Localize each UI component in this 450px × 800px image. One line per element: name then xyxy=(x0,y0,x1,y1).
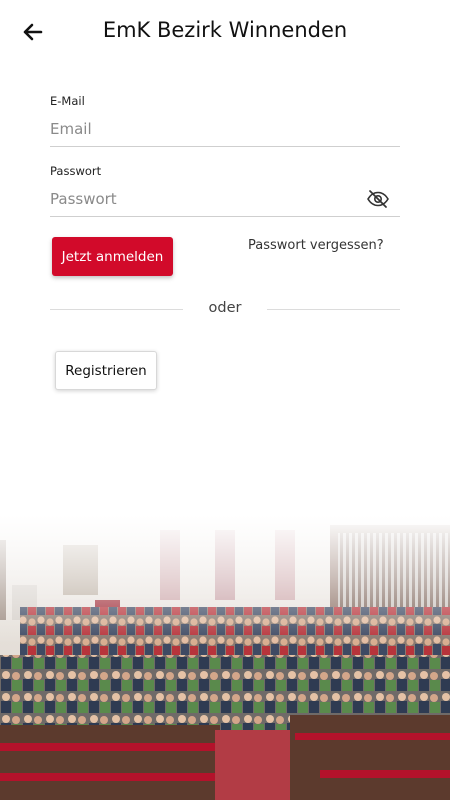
divider-text: oder xyxy=(208,300,242,316)
page-title: EmK Bezirk Winnenden xyxy=(102,18,348,42)
password-field[interactable] xyxy=(50,182,400,217)
congregation-photo xyxy=(0,515,450,800)
forgot-password-link[interactable]: Passwort vergessen? xyxy=(248,238,384,253)
toggle-password-visibility-button[interactable] xyxy=(366,188,390,210)
email-label: E-Mail xyxy=(50,94,85,108)
login-button[interactable]: Jetzt anmelden xyxy=(52,237,173,276)
divider-line-left xyxy=(50,309,183,310)
password-label: Passwort xyxy=(50,164,102,178)
eye-off-icon xyxy=(367,190,389,208)
divider-line-right xyxy=(267,309,400,310)
email-field[interactable] xyxy=(50,112,400,147)
app-header: EmK Bezirk Winnenden xyxy=(0,0,450,64)
register-button[interactable]: Registrieren xyxy=(55,351,157,390)
